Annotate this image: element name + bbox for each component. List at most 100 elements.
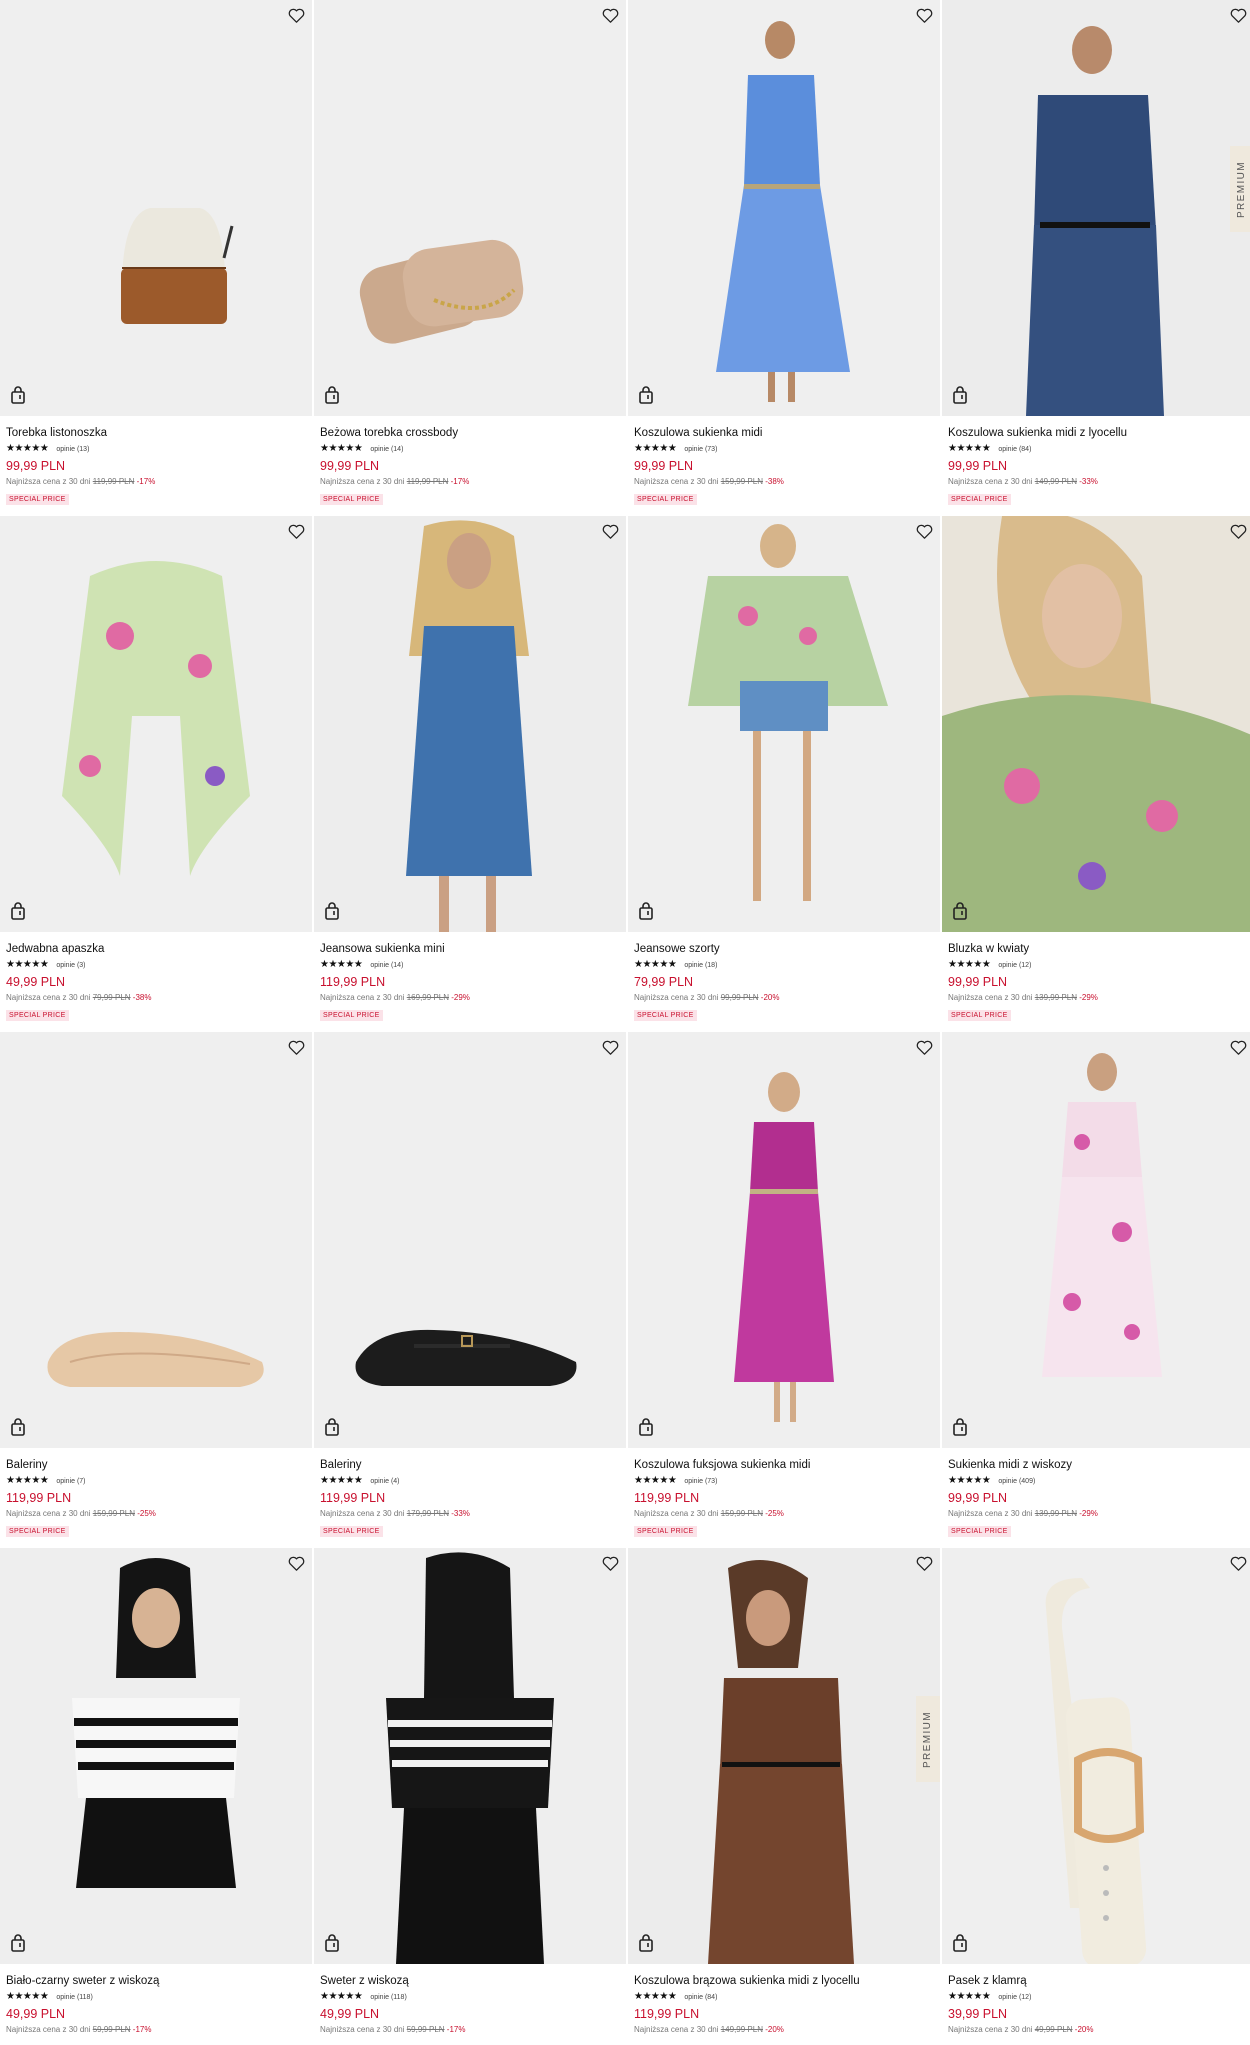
product-name[interactable]: Beżowa torebka crossbody — [320, 426, 626, 440]
product-image[interactable] — [0, 1548, 312, 1964]
product-card[interactable]: Beżowa torebka crossbody ★★★★★ opinie (14… — [314, 0, 626, 516]
heart-icon[interactable] — [285, 4, 307, 26]
product-name[interactable]: Jeansowe szorty — [634, 942, 940, 956]
product-image[interactable]: PREMIUM — [942, 0, 1250, 416]
product-card[interactable]: Koszulowa fuksjowa sukienka midi ★★★★★ op… — [628, 1032, 940, 1548]
shopping-bag-icon[interactable] — [638, 1418, 658, 1440]
review-count[interactable]: opinie (12) — [998, 962, 1031, 969]
product-image[interactable] — [628, 516, 940, 932]
product-image[interactable] — [942, 1548, 1250, 1964]
product-image[interactable] — [0, 1032, 312, 1448]
product-image[interactable] — [628, 1032, 940, 1448]
review-count[interactable]: opinie (14) — [370, 446, 403, 453]
review-count[interactable]: opinie (14) — [370, 962, 403, 969]
review-count[interactable]: opinie (73) — [684, 1478, 717, 1485]
product-card[interactable]: Koszulowa sukienka midi ★★★★★ opinie (73)… — [628, 0, 940, 516]
product-name[interactable]: Jeansowa sukienka mini — [320, 942, 626, 956]
product-card[interactable]: Sukienka midi z wiskozy ★★★★★ opinie (409… — [942, 1032, 1250, 1548]
shopping-bag-icon[interactable] — [638, 386, 658, 408]
product-name[interactable]: Sukienka midi z wiskozy — [948, 1458, 1250, 1472]
heart-icon[interactable] — [599, 4, 621, 26]
product-image[interactable] — [0, 516, 312, 932]
heart-icon[interactable] — [913, 1552, 935, 1574]
product-image[interactable] — [314, 516, 626, 932]
shopping-bag-icon[interactable] — [952, 386, 972, 408]
product-image[interactable] — [942, 1032, 1250, 1448]
shopping-bag-icon[interactable] — [10, 386, 30, 408]
product-image[interactable] — [942, 516, 1250, 932]
product-name[interactable]: Baleriny — [320, 1458, 626, 1472]
review-count[interactable]: opinie (18) — [684, 962, 717, 969]
heart-icon[interactable] — [913, 1036, 935, 1058]
review-count[interactable]: opinie (84) — [998, 446, 1031, 453]
product-name[interactable]: Koszulowa brązowa sukienka midi z lyocel… — [634, 1974, 940, 1988]
product-card[interactable]: Jeansowa sukienka mini ★★★★★ opinie (14) … — [314, 516, 626, 1032]
review-count[interactable]: opinie (118) — [370, 1994, 406, 2001]
review-count[interactable]: opinie (12) — [998, 1994, 1031, 2001]
shopping-bag-icon[interactable] — [324, 386, 344, 408]
product-card[interactable]: Baleriny ★★★★★ opinie (7) 119,99 PLN Najn… — [0, 1032, 312, 1548]
heart-icon[interactable] — [285, 1552, 307, 1574]
shopping-bag-icon[interactable] — [638, 902, 658, 924]
heart-icon[interactable] — [285, 1036, 307, 1058]
review-count[interactable]: opinie (409) — [998, 1478, 1035, 1485]
review-count[interactable]: opinie (73) — [684, 446, 717, 453]
shopping-bag-icon[interactable] — [10, 902, 30, 924]
product-price: 99,99 PLN — [948, 1491, 1008, 1505]
heart-icon[interactable] — [1227, 1552, 1249, 1574]
product-name[interactable]: Jedwabna apaszka — [6, 942, 312, 956]
product-card[interactable]: Bluzka w kwiaty ★★★★★ opinie (12) 99,99 P… — [942, 516, 1250, 1032]
product-card[interactable]: Torebka listonoszka ★★★★★ opinie (13) 99,… — [0, 0, 312, 516]
heart-icon[interactable] — [913, 4, 935, 26]
product-name[interactable]: Torebka listonoszka — [6, 426, 312, 440]
heart-icon[interactable] — [1227, 4, 1249, 26]
product-image[interactable] — [314, 1548, 626, 1964]
review-count[interactable]: opinie (84) — [684, 1994, 717, 2001]
product-name[interactable]: Biało-czarny sweter z wiskozą — [6, 1974, 312, 1988]
review-count[interactable]: opinie (4) — [370, 1478, 399, 1485]
heart-icon[interactable] — [599, 1036, 621, 1058]
heart-icon[interactable] — [1227, 1036, 1249, 1058]
product-name[interactable]: Sweter z wiskozą — [320, 1974, 626, 1988]
shopping-bag-icon[interactable] — [324, 1934, 344, 1956]
shopping-bag-icon[interactable] — [952, 1418, 972, 1440]
product-image[interactable] — [314, 0, 626, 416]
heart-icon[interactable] — [913, 520, 935, 542]
premium-label: PREMIUM — [1230, 146, 1250, 232]
product-image[interactable] — [0, 0, 312, 416]
product-card[interactable]: PREMIUM Koszulowa sukienka midi z lyocel… — [942, 0, 1250, 516]
product-name[interactable]: Koszulowa sukienka midi — [634, 426, 940, 440]
product-image[interactable] — [314, 1032, 626, 1448]
product-name[interactable]: Koszulowa fuksjowa sukienka midi — [634, 1458, 940, 1472]
product-image[interactable]: PREMIUM — [628, 1548, 940, 1964]
review-count[interactable]: opinie (118) — [56, 1994, 92, 2001]
heart-icon[interactable] — [599, 520, 621, 542]
heart-icon[interactable] — [1227, 520, 1249, 542]
product-name[interactable]: Bluzka w kwiaty — [948, 942, 1250, 956]
lowest-price-note: Najniższa cena z 30 dni 159,99 PLN -38% — [634, 477, 940, 488]
shopping-bag-icon[interactable] — [952, 1934, 972, 1956]
shopping-bag-icon[interactable] — [324, 902, 344, 924]
product-card[interactable]: Sweter z wiskozą ★★★★★ opinie (118) 49,99… — [314, 1548, 626, 2045]
product-name[interactable]: Koszulowa sukienka midi z lyocellu — [948, 426, 1250, 440]
heart-icon[interactable] — [599, 1552, 621, 1574]
rating-stars: ★★★★★ — [634, 1475, 677, 1486]
shopping-bag-icon[interactable] — [638, 1934, 658, 1956]
product-name[interactable]: Pasek z klamrą — [948, 1974, 1250, 1988]
product-card[interactable]: Baleriny ★★★★★ opinie (4) 119,99 PLN Najn… — [314, 1032, 626, 1548]
product-name[interactable]: Baleriny — [6, 1458, 312, 1472]
product-card[interactable]: PREMIUM Koszulowa brązowa sukienka midi … — [628, 1548, 940, 2045]
review-count[interactable]: opinie (13) — [56, 446, 89, 453]
shopping-bag-icon[interactable] — [952, 902, 972, 924]
review-count[interactable]: opinie (7) — [56, 1478, 85, 1485]
review-count[interactable]: opinie (3) — [56, 962, 85, 969]
product-card[interactable]: Jedwabna apaszka ★★★★★ opinie (3) 49,99 P… — [0, 516, 312, 1032]
product-card[interactable]: Pasek z klamrą ★★★★★ opinie (12) 39,99 PL… — [942, 1548, 1250, 2045]
heart-icon[interactable] — [285, 520, 307, 542]
shopping-bag-icon[interactable] — [10, 1934, 30, 1956]
product-image[interactable] — [628, 0, 940, 416]
shopping-bag-icon[interactable] — [10, 1418, 30, 1440]
shopping-bag-icon[interactable] — [324, 1418, 344, 1440]
product-card[interactable]: Biało-czarny sweter z wiskozą ★★★★★ opini… — [0, 1548, 312, 2045]
product-card[interactable]: Jeansowe szorty ★★★★★ opinie (18) 79,99 P… — [628, 516, 940, 1032]
